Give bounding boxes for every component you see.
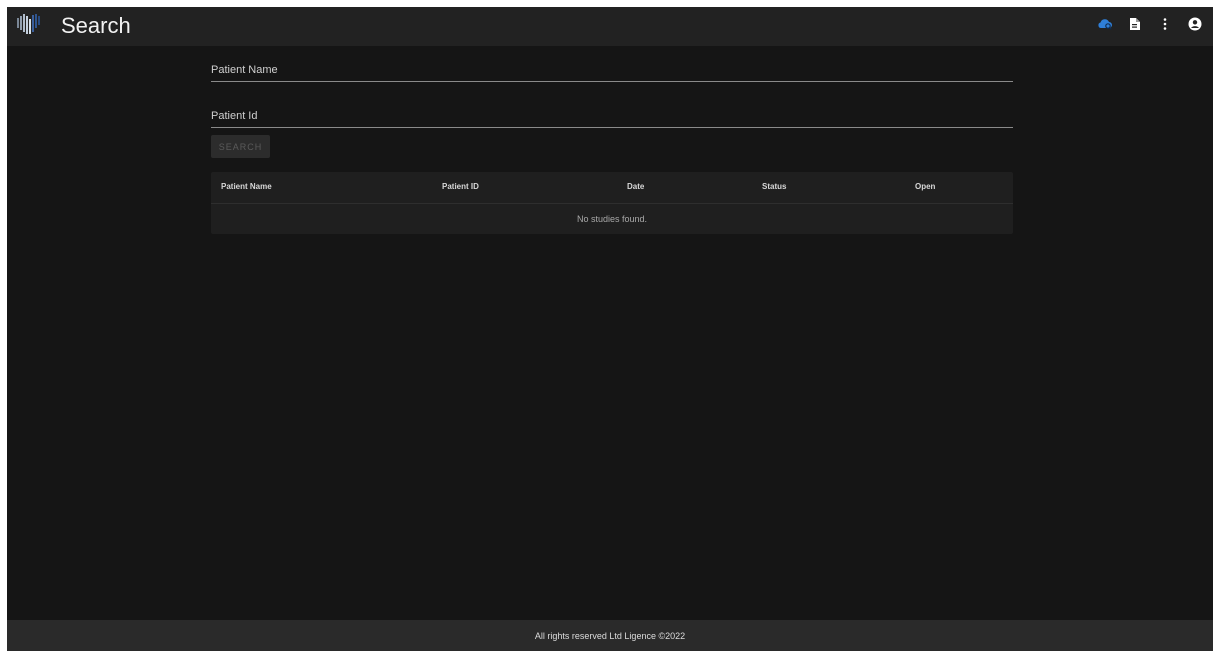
appbar-actions: [1093, 7, 1213, 46]
app-bar: Search: [7, 7, 1213, 46]
table-header: Patient Name Patient ID Date Status Open: [211, 172, 1013, 204]
patient-name-field: [211, 51, 1013, 82]
logo-icon: [15, 12, 45, 36]
patient-id-field: [211, 97, 1013, 128]
patient-name-input[interactable]: [211, 61, 1013, 79]
empty-state-message: No studies found.: [576, 214, 648, 224]
column-header-date[interactable]: Date: [627, 182, 644, 191]
cloud-search-button[interactable]: [1093, 15, 1117, 39]
footer: All rights reserved Ltd Ligence ©2022: [7, 620, 1213, 651]
page-title: Search: [61, 13, 131, 38]
cloud-search-icon: [1097, 17, 1113, 36]
file-button[interactable]: [1123, 15, 1147, 39]
column-header-status[interactable]: Status: [762, 182, 786, 191]
studies-table: Patient Name Patient ID Date Status Open…: [211, 172, 1013, 234]
column-header-patient-id[interactable]: Patient ID: [442, 182, 479, 191]
app-frame: Search Patient Name Patient Id SEARCH Pa…: [7, 7, 1213, 651]
file-icon: [1129, 17, 1141, 36]
column-header-open[interactable]: Open: [915, 182, 935, 191]
account-button[interactable]: [1183, 15, 1207, 39]
more-options-button[interactable]: [1153, 15, 1177, 39]
footer-text: All rights reserved Ltd Ligence ©2022: [534, 630, 686, 641]
account-circle-icon: [1188, 17, 1202, 36]
column-header-patient-name[interactable]: Patient Name: [221, 182, 272, 191]
patient-id-input[interactable]: [211, 107, 1013, 125]
search-button[interactable]: SEARCH: [211, 135, 270, 158]
more-vert-icon: [1163, 17, 1167, 36]
